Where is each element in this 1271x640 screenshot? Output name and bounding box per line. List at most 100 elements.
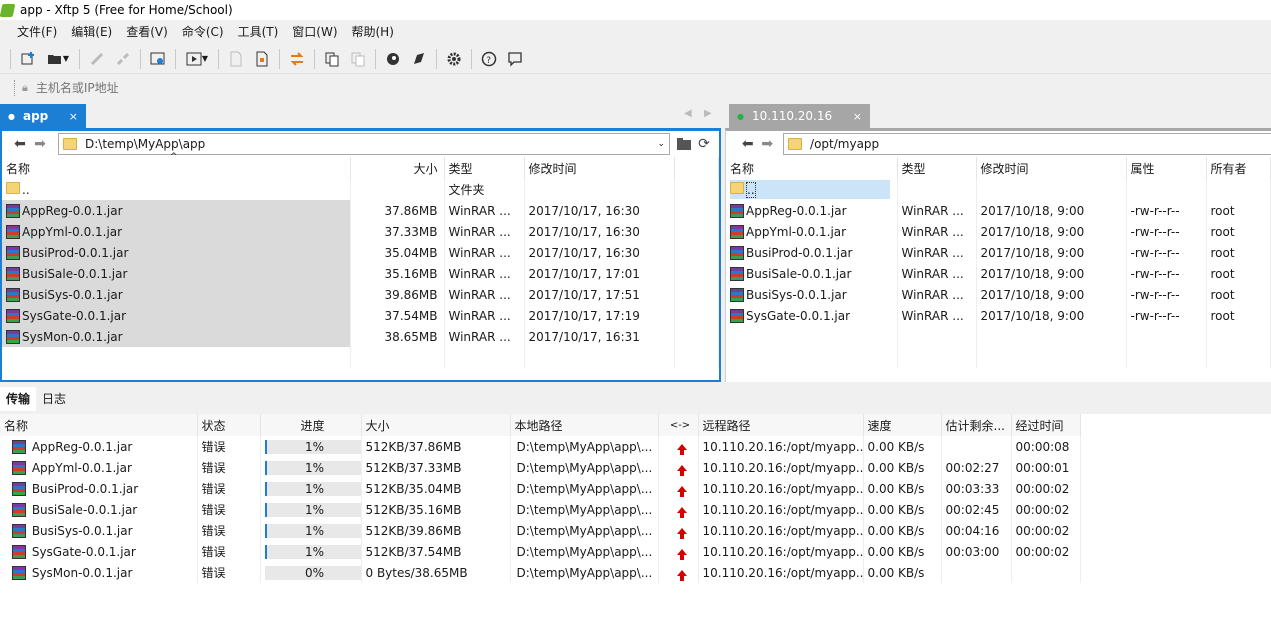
column-header-local-path[interactable]: 本地路径 (510, 414, 659, 436)
table-row[interactable]: BusiProd-0.0.1.jar WinRAR ... 2017/10/18, … (726, 242, 1271, 263)
connect-button[interactable] (84, 47, 110, 71)
column-header-attr[interactable]: 属性 (1126, 157, 1207, 179)
file-name: BusiSale-0.0.1.jar (22, 266, 128, 281)
table-row[interactable]: SysGate-0.0.1.jar WinRAR ... 2017/10/18, 9… (726, 305, 1271, 326)
column-header-type[interactable]: 类型 (897, 157, 977, 179)
column-header-progress[interactable]: 进度 (260, 414, 362, 436)
local-path-input[interactable]: D:\temp\MyApp\app ⌄ (58, 133, 670, 155)
new-file-button[interactable] (223, 47, 249, 71)
forward-button[interactable]: ➡ (30, 134, 50, 154)
parent-folder-row[interactable]: .. (726, 179, 1271, 200)
winrar-archive-icon (12, 565, 26, 580)
file-name: SysGate-0.0.1.jar (22, 308, 127, 323)
winrar-archive-icon (730, 245, 744, 260)
column-header-name[interactable]: 名称 (0, 414, 198, 436)
remote-path-row: ⬅ ➡ /opt/myapp (726, 131, 1271, 157)
table-row[interactable]: AppReg-0.0.1.jar 错误 1% 512KB/37.86MB D:\temp… (0, 436, 1081, 457)
column-header-mtime[interactable]: 修改时间 (524, 157, 675, 179)
file-size (350, 179, 445, 200)
disconnect-button[interactable] (110, 47, 136, 71)
refresh-button[interactable]: ⟳ (694, 134, 714, 154)
column-header-name[interactable]: 名称^ (2, 152, 351, 179)
xshell-button[interactable] (380, 47, 406, 71)
menu-file[interactable]: 文件(F) (10, 21, 64, 43)
column-header-mtime[interactable]: 修改时间 (976, 157, 1127, 179)
xmanager-button[interactable] (406, 47, 432, 71)
file-attr: -rw-r--r-- (1126, 284, 1207, 305)
column-header-size[interactable]: 大小 (361, 414, 511, 436)
close-icon[interactable]: × (69, 110, 78, 123)
column-header-eta[interactable]: 估计剩余... (941, 414, 1012, 436)
table-row[interactable]: BusiProd-0.0.1.jar 35.04MB WinRAR ... 2017/… (2, 242, 719, 263)
tab-remote-session[interactable]: ● 10.110.20.16 × (729, 104, 870, 128)
table-row[interactable]: SysMon-0.0.1.jar 错误 0% 0 Bytes/38.65MB D:\te… (0, 562, 1081, 583)
host-address-input[interactable] (35, 81, 336, 95)
table-row[interactable]: BusiSys-0.0.1.jar WinRAR ... 2017/10/18, 9… (726, 284, 1271, 305)
help-button[interactable]: ? (476, 47, 502, 71)
table-row[interactable]: AppYml-0.0.1.jar 错误 1% 512KB/37.33MB D:\temp… (0, 457, 1081, 478)
menu-edit[interactable]: 编辑(E) (64, 21, 119, 43)
column-header-status[interactable]: 状态 (197, 414, 261, 436)
table-row[interactable]: AppYml-0.0.1.jar 37.33MB WinRAR ... 2017/10… (2, 221, 719, 242)
new-session-button[interactable] (15, 47, 41, 71)
properties-button[interactable] (145, 47, 171, 71)
menu-view[interactable]: 查看(V) (119, 21, 175, 43)
tab-local-app[interactable]: ● app × (0, 104, 86, 128)
options-button[interactable] (441, 47, 467, 71)
column-header-speed[interactable]: 速度 (863, 414, 942, 436)
column-header-type[interactable]: 类型 (444, 157, 525, 179)
tab-transfers[interactable]: 传输 (0, 387, 37, 411)
parent-folder-row[interactable]: .. 文件夹 (2, 179, 719, 200)
paste-button[interactable] (345, 47, 371, 71)
transfer-button[interactable]: ▼ (180, 47, 214, 71)
table-row[interactable]: BusiProd-0.0.1.jar 错误 1% 512KB/35.04MB D:\te… (0, 478, 1081, 499)
transfer-elapsed: 00:00:02 (1011, 478, 1081, 499)
tab-scroll-left-icon[interactable]: ◀ (684, 108, 692, 119)
transfer-local-path: D:\temp\MyApp\app\... (510, 478, 659, 499)
empty-row (2, 347, 719, 368)
menu-tools[interactable]: 工具(T) (231, 21, 286, 43)
forward-button[interactable]: ➡ (758, 134, 778, 154)
feedback-button[interactable] (502, 47, 528, 71)
table-row[interactable]: AppReg-0.0.1.jar WinRAR ... 2017/10/18, 9:… (726, 200, 1271, 221)
column-header-name[interactable]: 名称^ (726, 157, 898, 179)
tab-log[interactable]: 日志 (36, 387, 72, 411)
transfer-eta (941, 436, 1012, 457)
table-row[interactable]: BusiSys-0.0.1.jar 错误 1% 512KB/39.86MB D:\tem… (0, 520, 1081, 541)
table-row[interactable]: SysGate-0.0.1.jar 37.54MB WinRAR ... 2017/1… (2, 305, 719, 326)
tab-scroll-right-icon[interactable]: ▶ (704, 108, 712, 119)
chevron-down-icon[interactable]: ⌄ (657, 139, 665, 149)
sync-button[interactable] (284, 47, 310, 71)
transfer-size: 512KB/37.86MB (361, 436, 511, 457)
table-row[interactable]: AppYml-0.0.1.jar WinRAR ... 2017/10/18, 9:… (726, 221, 1271, 242)
column-header-size[interactable]: 大小 (350, 157, 445, 179)
file-size: 39.86MB (350, 284, 445, 305)
menu-command[interactable]: 命令(C) (175, 21, 231, 43)
table-row[interactable]: SysMon-0.0.1.jar 38.65MB WinRAR ... 2017/10… (2, 326, 719, 347)
back-button[interactable]: ⬅ (10, 134, 30, 154)
table-row[interactable]: BusiSale-0.0.1.jar 错误 1% 512KB/35.16MB D:\te… (0, 499, 1081, 520)
remote-path-input[interactable]: /opt/myapp (783, 133, 1271, 155)
menu-help[interactable]: 帮助(H) (345, 21, 401, 43)
file-mtime (524, 179, 675, 200)
table-row[interactable]: AppReg-0.0.1.jar 37.86MB WinRAR ... 2017/10… (2, 200, 719, 221)
table-row[interactable]: BusiSale-0.0.1.jar WinRAR ... 2017/10/18, … (726, 263, 1271, 284)
back-button[interactable]: ⬅ (738, 134, 758, 154)
winrar-archive-icon (12, 439, 26, 454)
file-name: BusiProd-0.0.1.jar (746, 245, 853, 260)
table-row[interactable]: BusiSale-0.0.1.jar 35.16MB WinRAR ... 2017/… (2, 263, 719, 284)
column-header-direction[interactable]: <-> (658, 414, 699, 436)
column-header-elapsed[interactable]: 经过时间 (1011, 414, 1081, 436)
menu-window[interactable]: 窗口(W) (285, 21, 344, 43)
table-row[interactable]: BusiSys-0.0.1.jar 39.86MB WinRAR ... 2017/1… (2, 284, 719, 305)
copy-button[interactable] (319, 47, 345, 71)
edit-file-button[interactable] (249, 47, 275, 71)
file-attr: -rw-r--r-- (1126, 305, 1207, 326)
file-owner: root (1206, 242, 1271, 263)
open-folder-button[interactable] (674, 134, 694, 154)
table-row[interactable]: SysGate-0.0.1.jar 错误 1% 512KB/37.54MB D:\tem… (0, 541, 1081, 562)
column-header-owner[interactable]: 所有者 (1206, 157, 1271, 179)
column-header-remote-path[interactable]: 远程路径 (698, 414, 864, 436)
open-folder-button[interactable]: ▼ (41, 47, 75, 71)
close-icon[interactable]: × (853, 110, 862, 123)
